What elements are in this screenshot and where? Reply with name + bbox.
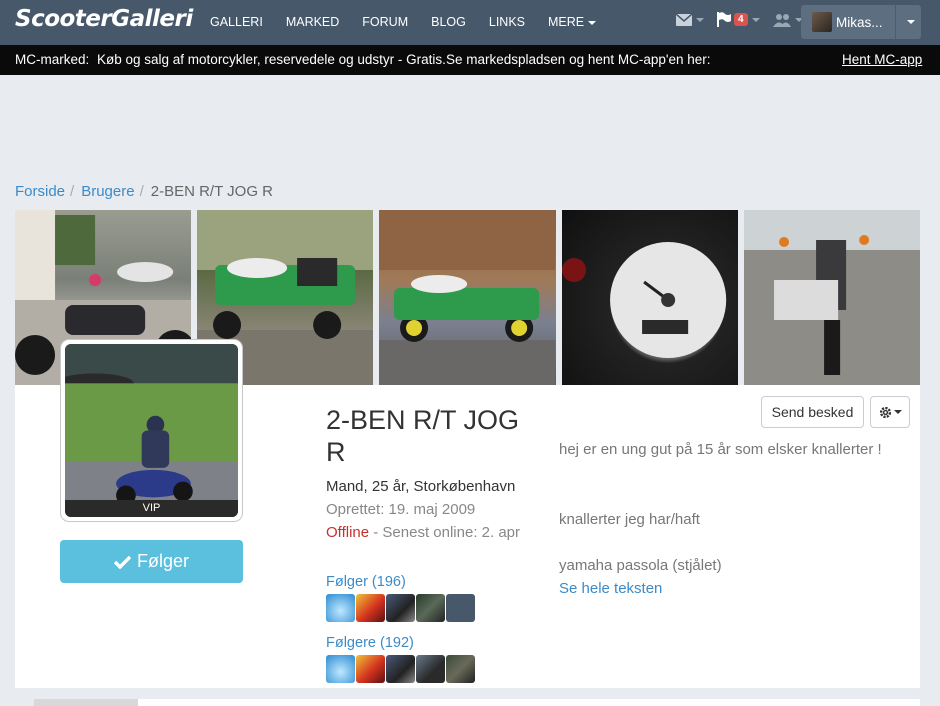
scooter-photo-icon [379,210,556,385]
site-logo[interactable]: ScooterGalleri [15,6,193,32]
breadcrumb-separator: / [70,183,75,200]
bio-line: knallerter jeg har/haft [559,511,700,528]
user-menu-button[interactable]: Mikas... [801,5,921,39]
nav-mere-label: MERE [548,15,585,29]
following-avatar[interactable] [386,594,415,622]
gallery-photo[interactable] [561,210,738,385]
profile-status: Offline - Senest online: 2. apr [326,524,520,541]
followers-link[interactable]: Følgere (192) [326,635,414,651]
read-more-link[interactable]: Se hele teksten [559,580,662,597]
notification-count-badge: 4 [734,13,748,26]
profile-info: Mand, 25 år, Storkøbenhavn [326,478,516,495]
breadcrumb-forside[interactable]: Forside [15,183,65,200]
breadcrumb-current: 2-BEN R/T JOG R [150,183,273,200]
messages-dropdown[interactable] [676,13,704,26]
following-avatar[interactable] [446,594,475,622]
profile-created: Oprettet: 19. maj 2009 [326,501,476,518]
follower-avatar[interactable] [446,655,475,683]
nav-mere-dropdown[interactable]: MERE [548,15,597,29]
avatar-photo: VIP [65,344,238,517]
follower-avatar[interactable] [386,655,415,683]
follow-button-label: Følger [136,551,189,571]
chevron-down-icon [588,20,597,25]
rider-photo-icon [65,344,238,517]
breadcrumb-separator: / [139,183,144,200]
check-icon [113,555,131,569]
main-nav: GALLERI MARKED FORUM BLOG LINKS MERE [210,15,619,29]
nav-links[interactable]: LINKS [489,15,525,29]
profile-avatar[interactable]: VIP [61,340,242,521]
chevron-down-icon [893,410,902,414]
banner-text-2: Se markedspladsen og hent MC-app'en her: [446,52,711,67]
friends-dropdown[interactable] [772,13,803,27]
user-menu-toggle[interactable] [895,5,921,39]
follow-button[interactable]: Følger [60,540,243,583]
nav-galleri[interactable]: GALLERI [210,15,263,29]
following-avatar[interactable] [416,594,445,622]
scooter-photo-icon [743,210,921,385]
follower-avatar[interactable] [416,655,445,683]
flag-icon [717,12,731,27]
top-navbar: ScooterGalleri GALLERI MARKED FORUM BLOG… [0,0,940,45]
nav-marked[interactable]: MARKED [286,15,339,29]
gear-icon [879,406,891,418]
banner-label: MC-marked: [15,52,90,67]
follower-avatar[interactable] [326,655,355,683]
chevron-down-icon [906,20,915,24]
user-avatar [812,12,832,32]
envelope-icon [676,13,692,26]
speedometer-photo-icon [561,242,726,358]
profile-name: 2-BEN R/T JOG R [326,405,520,467]
users-icon [772,13,791,27]
bio-line: hej er en ung gut på 15 år som elsker kn… [559,441,882,458]
mc-marked-banner: MC-marked: Køb og salg af motorcykler, r… [0,45,940,75]
breadcrumb: Forside / Brugere / 2-BEN R/T JOG R [15,183,273,200]
vip-badge: VIP [65,500,238,517]
following-link[interactable]: Følger (196) [326,574,406,590]
nav-blog[interactable]: BLOG [431,15,466,29]
notifications-dropdown[interactable]: 4 [717,12,760,27]
gallery-photo[interactable] [743,210,921,385]
follower-avatar[interactable] [356,655,385,683]
get-app-link[interactable]: Hent MC-app [842,52,922,67]
status-last-online: - Senest online: 2. apr [369,524,521,541]
tab-bar-tab[interactable] [34,699,138,706]
following-avatar[interactable] [326,594,355,622]
nav-forum[interactable]: FORUM [362,15,408,29]
tab-bar [138,699,920,706]
user-name: Mikas... [836,14,883,30]
chevron-down-icon [696,17,704,22]
chevron-down-icon [751,17,760,22]
breadcrumb-brugere[interactable]: Brugere [81,183,134,200]
send-message-button[interactable]: Send besked [761,396,864,428]
gallery-photo[interactable] [379,210,556,385]
status-offline: Offline [326,524,370,541]
following-avatars [326,594,475,622]
nav-icons: 4 [676,12,816,27]
followers-avatars [326,655,475,683]
bio-line: yamaha passola (stjålet) [559,557,722,574]
banner-text: Køb og salg af motorcykler, reservedele … [97,52,446,67]
following-avatar[interactable] [356,594,385,622]
profile-options-button[interactable] [870,396,910,428]
